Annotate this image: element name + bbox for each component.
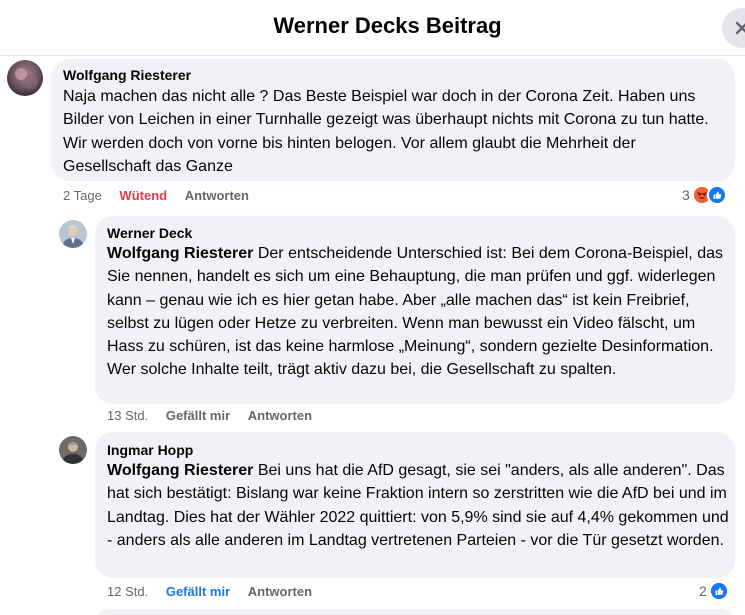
comment-actions: 2 Tage Wütend Antworten bbox=[63, 188, 249, 203]
comment-text: Wolfgang Riesterer Bei uns hat die AfD g… bbox=[107, 459, 731, 552]
mention-tag[interactable]: Wolfgang Riesterer bbox=[107, 462, 253, 479]
like-button[interactable]: Gefällt mir bbox=[166, 584, 230, 599]
comment-actions: 13 Std. Gefällt mir Antworten bbox=[107, 408, 312, 423]
reaction-button[interactable]: Wütend bbox=[119, 188, 167, 203]
comment-time[interactable]: 13 Std. bbox=[107, 408, 148, 423]
comment-bubble: Werner Deck Wolfgang Riesterer Der entsc… bbox=[95, 216, 735, 404]
reaction-count: 2 bbox=[699, 583, 707, 599]
comment-body: Der entscheidende Unterschied ist: Bei d… bbox=[107, 245, 723, 379]
comment-time[interactable]: 2 Tage bbox=[63, 188, 102, 203]
reply-button[interactable]: Antworten bbox=[248, 408, 312, 423]
dialog-title: Werner Decks Beitrag bbox=[273, 13, 502, 38]
reaction-summary[interactable]: 2 bbox=[699, 580, 729, 602]
comment-actions: 12 Std. Gefällt mir Antworten bbox=[107, 584, 312, 599]
comment-text: Wolfgang Riesterer Der entscheidende Unt… bbox=[107, 242, 731, 382]
comment-text: Naja machen das nicht alle ? Das Beste B… bbox=[63, 88, 709, 175]
close-icon bbox=[735, 21, 745, 35]
comment-bubble-partial bbox=[95, 609, 735, 615]
avatar[interactable] bbox=[59, 436, 87, 464]
comment-bubble: Wolfgang Riesterer Naja machen das nicht… bbox=[51, 59, 735, 181]
comment-author[interactable]: Werner Deck bbox=[107, 225, 192, 241]
comment-author[interactable]: Wolfgang Riesterer bbox=[63, 67, 191, 83]
like-icon bbox=[708, 581, 729, 601]
reaction-count: 3 bbox=[682, 187, 690, 203]
like-button[interactable]: Gefällt mir bbox=[166, 408, 230, 423]
reply-button[interactable]: Antworten bbox=[248, 584, 312, 599]
comment-bubble: Ingmar Hopp Wolfgang Riesterer Bei uns h… bbox=[95, 432, 735, 578]
like-icon bbox=[706, 185, 727, 205]
reply-button[interactable]: Antworten bbox=[185, 188, 249, 203]
avatar[interactable] bbox=[59, 220, 87, 248]
mention-tag[interactable]: Wolfgang Riesterer bbox=[107, 245, 253, 262]
reaction-summary[interactable]: 3 bbox=[682, 184, 727, 206]
avatar[interactable] bbox=[7, 60, 43, 96]
comment-author[interactable]: Ingmar Hopp bbox=[107, 442, 193, 458]
comment-time[interactable]: 12 Std. bbox=[107, 584, 148, 599]
dialog-header: Werner Decks Beitrag bbox=[0, 0, 745, 56]
